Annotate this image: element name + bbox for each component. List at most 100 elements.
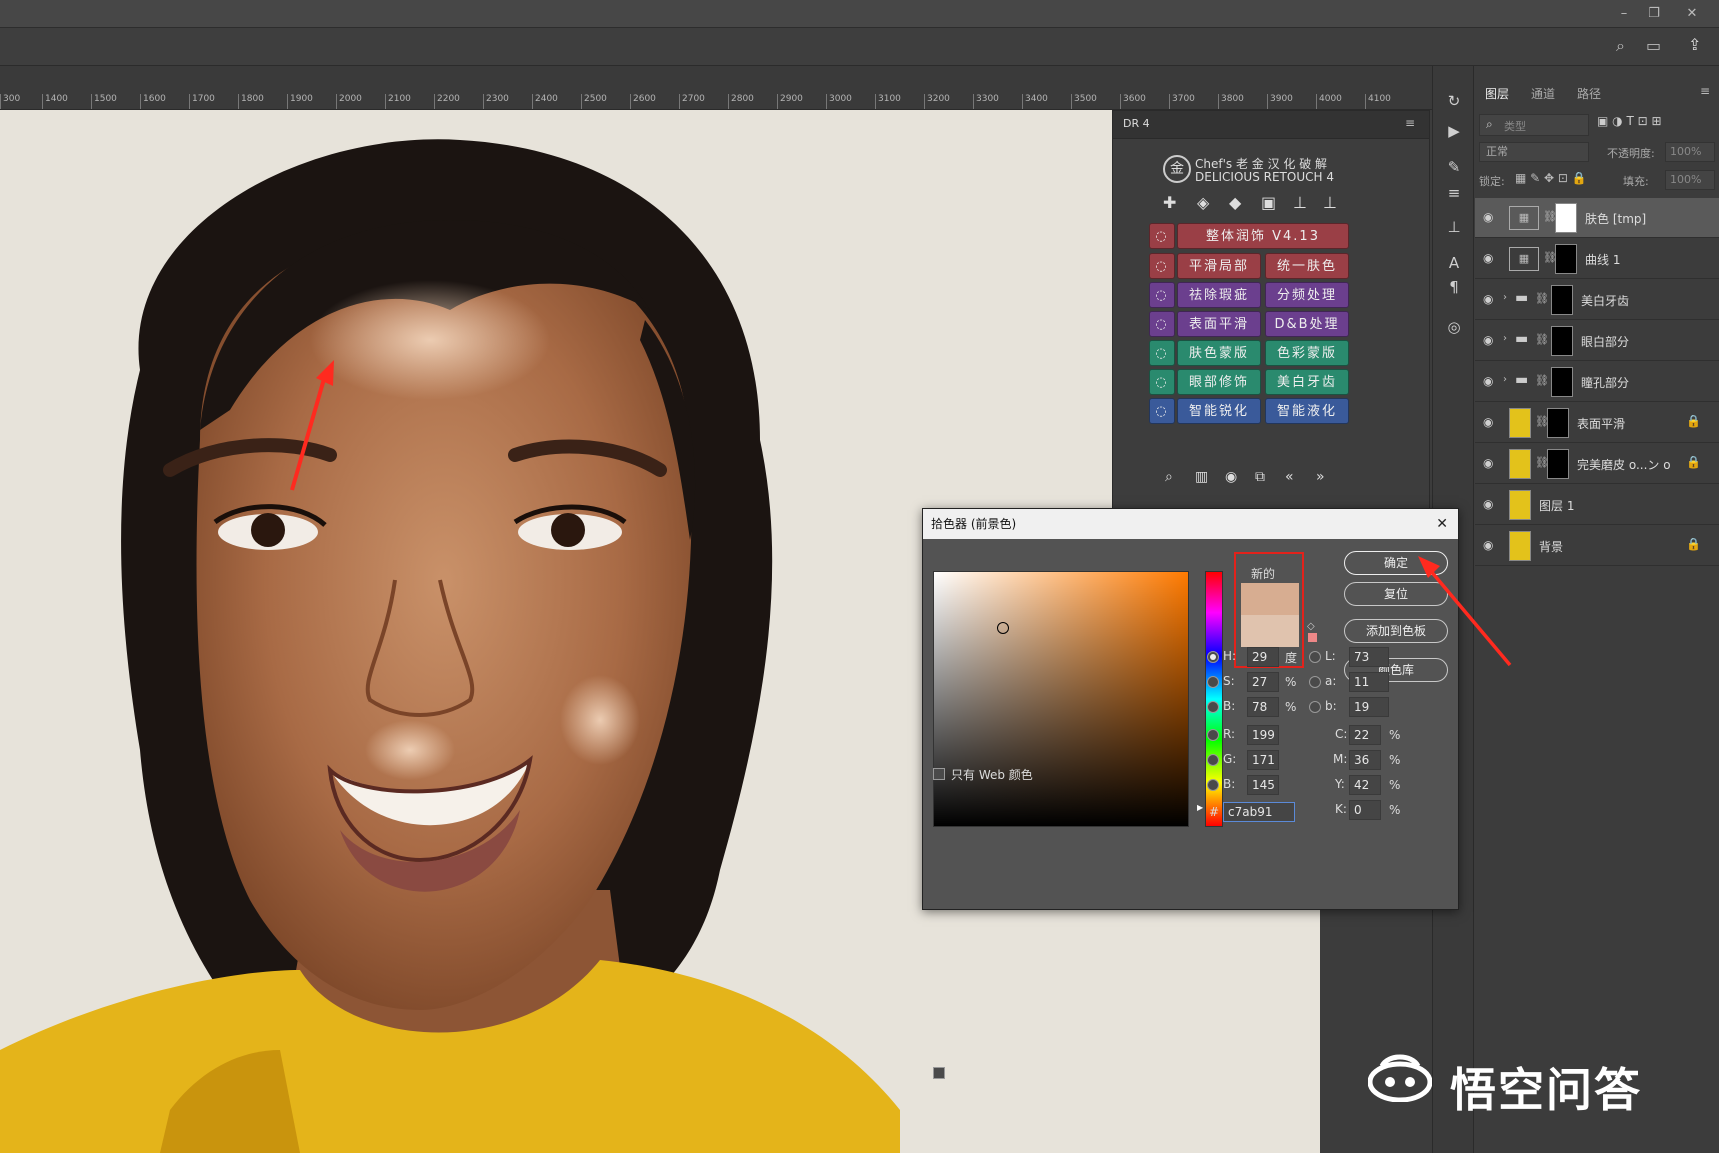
layer-row[interactable]: ◉ 图层 1 [1475, 485, 1719, 525]
l-field[interactable]: 73 [1349, 647, 1389, 667]
layer-row[interactable]: ◉ ⛓ 表面平滑 🔒 [1475, 403, 1719, 443]
dr4-brush-icon[interactable]: ◌ [1149, 223, 1175, 249]
brush-icon[interactable]: ✎ [1442, 156, 1466, 178]
web-only-checkbox[interactable] [933, 768, 945, 780]
c-field[interactable]: 22 [1349, 725, 1381, 745]
r-field[interactable]: 199 [1247, 725, 1279, 745]
dr4-action-button[interactable]: 分频处理 [1265, 282, 1349, 308]
dr4-action-button[interactable]: 统一肤色 [1265, 253, 1349, 279]
patch-icon[interactable]: ◈ [1197, 193, 1209, 212]
tab-layers[interactable]: 图层 [1485, 82, 1509, 106]
layer-row[interactable]: ◉ ▦ ⛓ 曲线 1 [1475, 239, 1719, 279]
dr4-action-button[interactable]: 美白牙齿 [1265, 369, 1349, 395]
lab-b-radio[interactable] [1309, 701, 1321, 713]
dr4-brush-icon[interactable]: ◌ [1149, 340, 1175, 366]
expand-icon[interactable]: › [1503, 374, 1507, 385]
lab-b-field[interactable]: 19 [1349, 697, 1389, 717]
transform-icon[interactable]: ◎ [1442, 316, 1466, 338]
m-field[interactable]: 36 [1349, 750, 1381, 770]
dr4-brush-icon[interactable]: ◌ [1149, 311, 1175, 337]
h-field[interactable]: 29 [1247, 647, 1279, 667]
web-safe-swatch[interactable] [1308, 633, 1317, 642]
layer-mask-thumb[interactable] [1555, 244, 1577, 274]
dr4-action-button[interactable]: 平滑局部 [1177, 253, 1261, 279]
dr4-brush-icon[interactable]: ◌ [1149, 369, 1175, 395]
dr4-tab[interactable]: DR 4 [1123, 117, 1150, 130]
dr4-action-button[interactable]: 表面平滑 [1177, 311, 1261, 337]
layer-mask-thumb[interactable] [1551, 367, 1573, 397]
stamp-icon[interactable]: ⊥ [1293, 193, 1307, 212]
dr4-action-button[interactable]: 智能锐化 [1177, 398, 1261, 424]
history-icon[interactable]: ↻ [1442, 90, 1466, 112]
tab-paths[interactable]: 路径 [1577, 82, 1601, 106]
layer-row[interactable]: ◉ › ▬ ⛓ 瞳孔部分 [1475, 362, 1719, 402]
layer-thumbnail[interactable] [1509, 449, 1531, 479]
dr4-brush-icon[interactable]: ◌ [1149, 282, 1175, 308]
search-icon[interactable]: ⌕ [1616, 36, 1625, 56]
minimize-icon[interactable]: – [1612, 4, 1636, 24]
filter-icons[interactable]: ▣ ◑ T ⊡ ⊞ [1597, 114, 1715, 136]
compare-icon[interactable]: ▥ [1195, 469, 1208, 485]
g-radio[interactable] [1207, 754, 1219, 766]
close-icon[interactable]: ✕ [1680, 4, 1704, 24]
layer-row[interactable]: ◉ › ▬ ⛓ 眼白部分 [1475, 321, 1719, 361]
clone-icon[interactable]: ⊥ [1323, 193, 1337, 212]
layer-row[interactable]: ◉ › ▬ ⛓ 美白牙齿 [1475, 280, 1719, 320]
g-field[interactable]: 171 [1247, 750, 1279, 770]
close-icon[interactable]: ✕ [1436, 509, 1448, 539]
layer-mask-thumb[interactable] [1551, 326, 1573, 356]
chip-icon[interactable]: ▣ [1261, 193, 1276, 212]
layer-mask-thumb[interactable] [1551, 285, 1573, 315]
dr4-brush-icon[interactable]: ◌ [1149, 398, 1175, 424]
color-cursor[interactable] [997, 622, 1009, 634]
lock-icons[interactable]: ▦ ✎ ✥ ⊡ 🔒 [1515, 171, 1587, 185]
a-radio[interactable] [1309, 676, 1321, 688]
visibility-eye-icon[interactable]: ◉ [1483, 374, 1493, 388]
s-radio[interactable] [1207, 676, 1219, 688]
expand-icon[interactable]: › [1503, 292, 1507, 303]
r-radio[interactable] [1207, 729, 1219, 741]
stamp-icon[interactable]: ⊥ [1442, 216, 1466, 238]
saturation-brightness-field[interactable] [933, 571, 1189, 827]
view-icon[interactable]: ◉ [1225, 469, 1237, 485]
layer-filter[interactable]: ⌕ 类型 [1479, 114, 1589, 136]
restore-icon[interactable]: ❐ [1642, 4, 1666, 24]
visibility-eye-icon[interactable]: ◉ [1483, 415, 1493, 429]
gamut-warning-icon[interactable]: ◇ [1307, 621, 1315, 632]
s-field[interactable]: 27 [1247, 672, 1279, 692]
adjust-icon[interactable]: ≡ [1442, 182, 1466, 204]
panel-menu-icon[interactable]: ≡ [1700, 84, 1710, 98]
dr4-action-button[interactable]: 色彩蒙版 [1265, 340, 1349, 366]
workspace-icon[interactable]: ▭ [1646, 36, 1661, 55]
layer-thumbnail[interactable] [1509, 490, 1531, 520]
copy-icon[interactable]: ⧉ [1255, 469, 1265, 485]
dr4-action-button[interactable]: 智能液化 [1265, 398, 1349, 424]
layer-row[interactable]: ◉ ⛓ 完美磨皮 o...ン o 🔒 [1475, 444, 1719, 484]
character-icon[interactable]: A [1442, 252, 1466, 274]
visibility-eye-icon[interactable]: ◉ [1483, 456, 1493, 470]
dr4-action-button[interactable]: D&B处理 [1265, 311, 1349, 337]
l-radio[interactable] [1309, 651, 1321, 663]
tab-channels[interactable]: 通道 [1531, 82, 1555, 106]
blue-field[interactable]: 145 [1247, 775, 1279, 795]
layer-mask-thumb[interactable] [1547, 449, 1569, 479]
layer-row[interactable]: ◉ ▦ ⛓ 肤色 [tmp] [1475, 198, 1719, 238]
k-field[interactable]: 0 [1349, 800, 1381, 820]
opacity-input[interactable]: 100% [1665, 142, 1715, 162]
brightness-field[interactable]: 78 [1247, 697, 1279, 717]
blend-mode-select[interactable]: 正常 [1479, 142, 1589, 162]
layer-mask-thumb[interactable] [1547, 408, 1569, 438]
prev-icon[interactable]: « [1285, 469, 1294, 485]
share-icon[interactable]: ⇪ [1688, 35, 1701, 54]
h-radio[interactable] [1207, 651, 1219, 663]
layer-mask-thumb[interactable] [1555, 203, 1577, 233]
visibility-eye-icon[interactable]: ◉ [1483, 497, 1493, 511]
visibility-eye-icon[interactable]: ◉ [1483, 292, 1493, 306]
paragraph-icon[interactable]: ¶ [1442, 276, 1466, 298]
next-icon[interactable]: » [1316, 469, 1325, 485]
heal-icon[interactable]: ✚ [1163, 193, 1176, 212]
blue-radio[interactable] [1207, 779, 1219, 791]
layer-thumbnail[interactable] [1509, 408, 1531, 438]
visibility-eye-icon[interactable]: ◉ [1483, 333, 1493, 347]
dr4-brush-icon[interactable]: ◌ [1149, 253, 1175, 279]
